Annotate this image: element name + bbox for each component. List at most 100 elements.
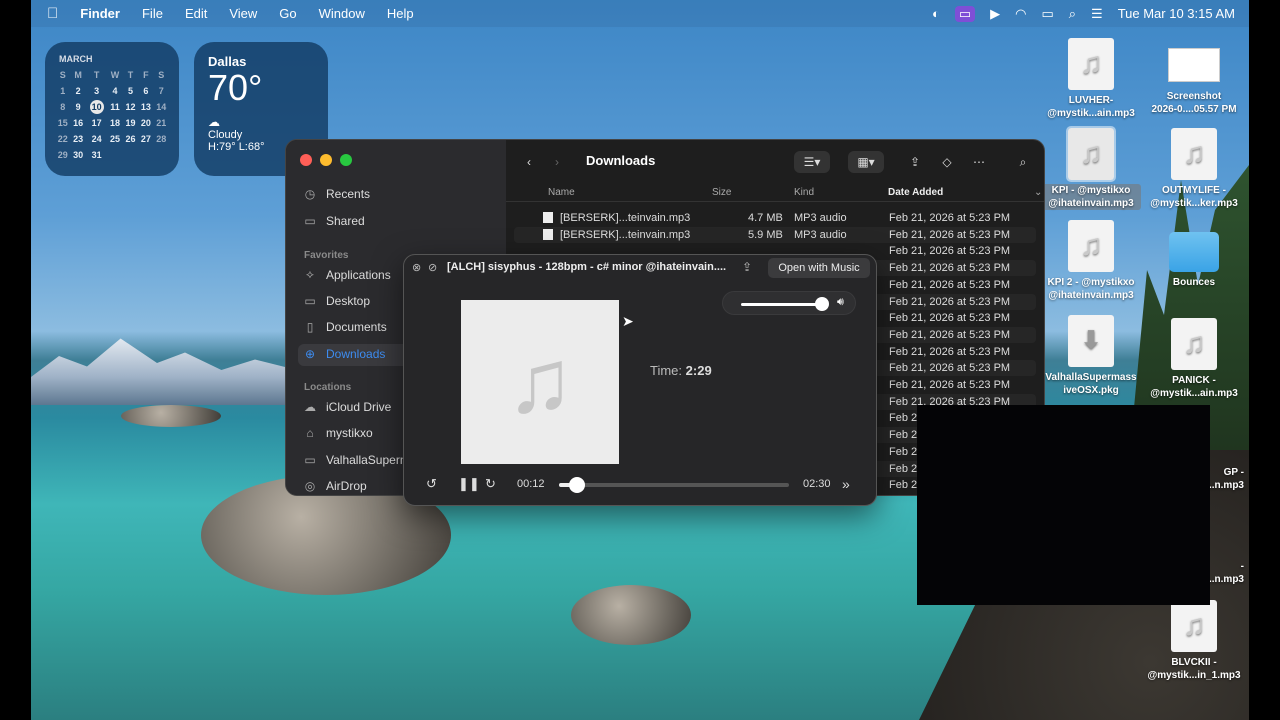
screen-mirror-icon[interactable]: ▭	[954, 5, 976, 22]
desktop-icon-label: LUVHER- @mystik...ain.mp3	[1047, 95, 1135, 119]
menu-edit[interactable]: Edit	[185, 6, 207, 21]
pause-icon[interactable]: ❚❚	[458, 476, 480, 492]
sidebar-item-applications[interactable]: ⟡ Applications	[302, 267, 391, 282]
document-icon: ▯	[306, 320, 314, 334]
calendar-day: 31	[91, 150, 102, 160]
column-name[interactable]: Name	[548, 187, 575, 198]
calendar-day: 21	[156, 118, 167, 128]
zoom-window-button[interactable]	[340, 154, 352, 166]
sidebar-label: Shared	[326, 214, 365, 228]
desktop-icon-label: ValhallaSupermass iveOSX.pkg	[1045, 372, 1137, 396]
album-art-music-icon: ♫	[461, 300, 619, 464]
menu-go[interactable]: Go	[279, 6, 296, 21]
column-header: Name Size Kind Date Added ⌄	[506, 184, 1044, 202]
calendar-day: 30	[73, 150, 84, 160]
sidebar-item-recents[interactable]: ◷ Recents	[302, 187, 370, 201]
volume-knob[interactable]	[815, 297, 829, 311]
sidebar-item-desktop[interactable]: ▭ Desktop	[302, 294, 370, 308]
today-marker: 10	[89, 100, 104, 114]
control-center-icon[interactable]: ☰	[1091, 6, 1103, 22]
open-with-music-button[interactable]: Open with Music	[768, 258, 870, 278]
desktop-file-icon[interactable]: ♫ OUTMYLIFE - @mystik...ker.mp3	[1144, 128, 1244, 210]
menu-view[interactable]: View	[229, 6, 257, 21]
wallpaper-rock	[121, 405, 221, 427]
sidebar-item-mystikxo[interactable]: ⌂ mystikxo	[302, 426, 372, 440]
group-view-icon[interactable]: ▦▾	[848, 151, 884, 173]
cloud-icon: ☁	[208, 115, 220, 129]
close-window-button[interactable]	[300, 154, 312, 166]
sidebar-label: iCloud Drive	[326, 400, 392, 414]
minimize-window-button[interactable]	[320, 154, 332, 166]
sidebar-section-locations: Locations	[304, 382, 352, 393]
playback-knob[interactable]	[569, 477, 586, 493]
desktop-file-icon[interactable]: ♫ KPI 2 - @mystikxo @ihateinvain.mp3	[1041, 220, 1141, 302]
folder-icon	[1169, 232, 1219, 272]
menu-clock[interactable]: Tue Mar 10 3:15 AM	[1118, 6, 1235, 21]
play-status-icon[interactable]: ▶	[990, 6, 1000, 22]
window-controls	[300, 154, 352, 166]
quicklook-window[interactable]: ⊗ ⊘ [ALCH] sisyphus - 128bpm - c# minor …	[403, 254, 877, 506]
speaker-icon[interactable]: 🔊︎	[837, 296, 844, 309]
share-icon[interactable]: ⇪	[742, 260, 752, 274]
file-date: Feb 21, 2026 at 5:23 PM	[889, 362, 1011, 375]
table-row[interactable]: [BERSERK]...teinvain.mp3 5.9 MB MP3 audio F…	[514, 226, 1036, 243]
fullscreen-icon[interactable]: ⊘	[428, 261, 437, 274]
file-date: Feb 21, 2026 at 5:23 PM	[889, 345, 1011, 358]
sidebar-item-documents[interactable]: ▯ Documents	[302, 320, 387, 334]
calendar-widget[interactable]: MARCH S M T W T F S 1 2 3 4 5 6 7 8 9 10…	[45, 42, 179, 176]
back-button[interactable]: ‹	[518, 151, 540, 173]
skip-forward-15-icon[interactable]: ↻	[485, 476, 496, 492]
column-date-added[interactable]: Date Added	[888, 187, 943, 198]
focus-icon[interactable]: ◐	[932, 6, 940, 21]
desktop-file-icon[interactable]: ♫ PANICK - @mystik...ain.mp3	[1144, 318, 1244, 400]
menu-help[interactable]: Help	[387, 6, 414, 21]
column-kind[interactable]: Kind	[794, 187, 814, 198]
more-icon[interactable]: ⋯	[968, 151, 990, 173]
file-date: Feb 21, 2026 at 5:23 PM	[889, 379, 1011, 391]
playback-scrubber[interactable]	[559, 477, 789, 493]
desktop-file-icon[interactable]: Screenshot 2026-0....05.57 PM	[1144, 38, 1244, 116]
sidebar-item-valhalla[interactable]: ▭ ValhallaSuperm	[302, 453, 410, 467]
fast-forward-icon[interactable]: »	[842, 476, 850, 492]
sidebar-item-icloud[interactable]: ☁ iCloud Drive	[302, 400, 391, 414]
calendar-day: 9	[75, 102, 81, 112]
sidebar-item-shared[interactable]: ▭ Shared	[302, 214, 365, 228]
spotlight-search-icon[interactable]: ⌕	[1069, 6, 1076, 22]
skip-back-15-icon[interactable]: ↺	[426, 476, 437, 492]
weekday-label: W	[110, 70, 120, 80]
apple-menu-icon[interactable]: 	[47, 5, 58, 22]
desktop-folder-icon[interactable]: Bounces	[1144, 226, 1244, 289]
list-view-icon[interactable]: ☰▾	[794, 151, 830, 173]
calendar-day: 2	[75, 86, 81, 96]
menu-window[interactable]: Window	[319, 6, 365, 21]
tag-icon[interactable]: ◇	[936, 151, 958, 173]
column-size[interactable]: Size	[712, 187, 731, 198]
menu-file[interactable]: File	[142, 6, 163, 21]
search-icon[interactable]: ⌕	[1012, 151, 1034, 173]
desktop-file-icon[interactable]: ⬇ ValhallaSupermass iveOSX.pkg	[1041, 315, 1141, 397]
desktop-file-icon[interactable]: ♫ BLVCKII - @mystik...in_1.mp3	[1144, 600, 1244, 682]
volume-slider[interactable]: 🔊︎	[722, 291, 856, 315]
desktop-icon: ▭	[304, 294, 316, 308]
share-icon[interactable]: ⇪	[904, 151, 926, 173]
calendar-day: 13	[140, 102, 151, 112]
sidebar-item-downloads[interactable]: ⊕ Downloads	[302, 347, 385, 361]
quicklook-title: [ALCH] sisyphus - 128bpm - c# minor @iha…	[447, 261, 727, 273]
battery-icon[interactable]: ▭	[1041, 6, 1053, 22]
sidebar-label: Recents	[326, 187, 371, 201]
calendar-day: 18	[110, 118, 121, 128]
sidebar-item-airdrop[interactable]: ◎ AirDrop	[302, 479, 367, 493]
screenshot-thumbnail-icon	[1168, 48, 1220, 82]
file-date: Feb 21, 2026 at 5:23 PM	[889, 228, 1011, 241]
calendar-day: 1	[60, 86, 66, 96]
desktop-file-icon-selected[interactable]: ♫ KPI - @mystikxo @ihateinvain.mp3	[1041, 126, 1141, 210]
table-row[interactable]: [BERSERK]...teinvain.mp3 4.7 MB MP3 audio F…	[514, 210, 1036, 226]
music-file-icon: ♫	[1068, 38, 1114, 90]
desktop-file-icon[interactable]: ♫ LUVHER- @mystik...ain.mp3	[1041, 38, 1141, 120]
wifi-icon[interactable]: ◠	[1015, 6, 1026, 22]
forward-button[interactable]: ›	[546, 151, 568, 173]
calendar-day: 29	[57, 150, 68, 160]
close-icon[interactable]: ⊗	[412, 261, 421, 274]
menu-app-name[interactable]: Finder	[80, 6, 120, 21]
cloud-icon: ☁	[304, 400, 316, 414]
